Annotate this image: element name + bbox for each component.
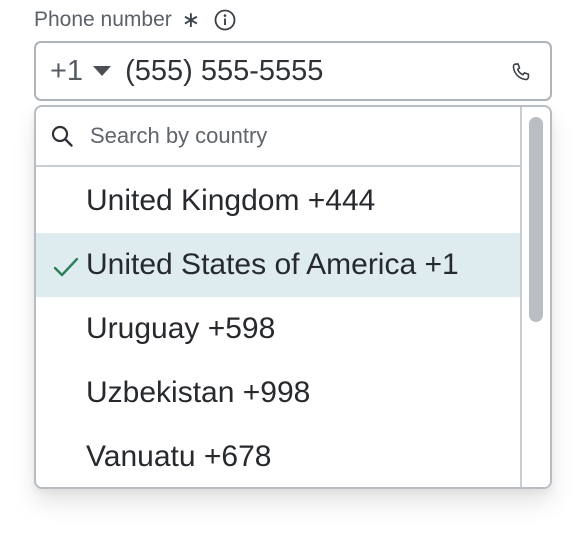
field-label-row: Phone number ∗ — [34, 6, 236, 34]
country-option-vanuatu[interactable]: Vanuatu +678 — [36, 425, 522, 487]
search-icon — [50, 124, 74, 148]
info-circle-icon[interactable] — [214, 9, 236, 31]
country-list: United Kingdom +444 United States of Ame… — [36, 169, 522, 487]
country-dropdown: United Kingdom +444 United States of Ame… — [34, 105, 552, 489]
caret-down-icon — [93, 66, 112, 76]
country-search-row — [36, 107, 522, 167]
country-option-uzbekistan[interactable]: Uzbekistan +998 — [36, 361, 522, 425]
country-code-button[interactable]: +1 — [50, 55, 125, 88]
country-option-label: United Kingdom +444 — [86, 184, 376, 217]
dropdown-scrollbar[interactable] — [520, 107, 550, 487]
scrollbar-thumb[interactable] — [529, 117, 543, 322]
country-option-label: United States of America +1 — [86, 248, 459, 281]
country-option-uruguay[interactable]: Uruguay +598 — [36, 297, 522, 361]
country-search-input[interactable] — [90, 123, 470, 149]
phone-icon — [510, 61, 532, 83]
country-code: +1 — [50, 54, 84, 87]
field-label: Phone number — [34, 8, 172, 31]
check-icon — [52, 253, 80, 277]
country-option-united-kingdom[interactable]: United Kingdom +444 — [36, 169, 522, 233]
required-indicator: ∗ — [181, 7, 201, 32]
country-option-label: Uzbekistan +998 — [86, 376, 311, 409]
phone-number-input[interactable] — [125, 54, 486, 88]
country-option-label: Vanuatu +678 — [86, 440, 272, 473]
phone-number-field: +1 — [34, 41, 552, 101]
country-option-united-states[interactable]: United States of America +1 — [36, 233, 522, 297]
country-option-label: Uruguay +598 — [86, 312, 276, 345]
